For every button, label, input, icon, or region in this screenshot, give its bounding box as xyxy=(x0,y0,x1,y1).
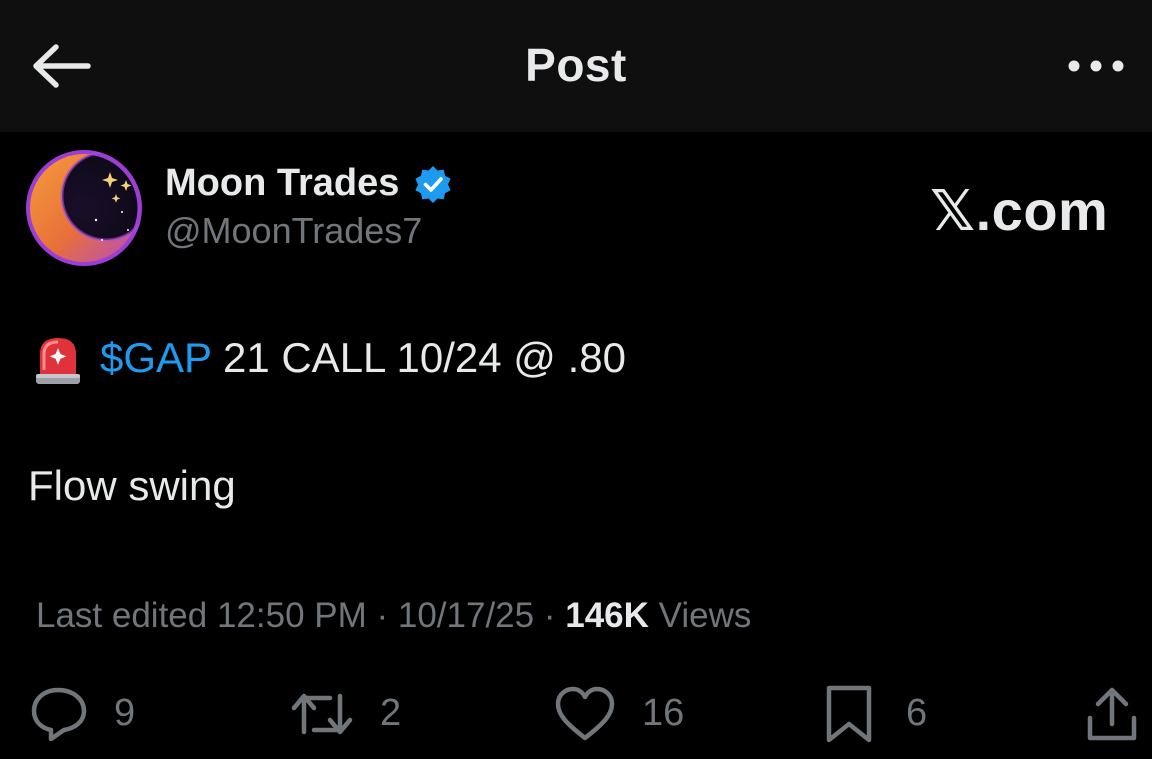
top-bar: Post xyxy=(0,0,1152,132)
rotating-light-icon xyxy=(36,338,80,384)
reply-button[interactable]: 9 xyxy=(28,684,148,744)
views-label: Views xyxy=(648,596,752,635)
like-button[interactable]: 16 xyxy=(554,684,694,744)
share-icon xyxy=(1087,687,1137,741)
cashtag-link[interactable]: $GAP xyxy=(100,334,211,381)
author-display-name[interactable]: Moon Trades xyxy=(165,162,399,205)
edited-timestamp[interactable]: Last edited 12:50 PM · 10/17/25 · xyxy=(36,596,565,635)
reply-count: 9 xyxy=(114,692,136,734)
like-count: 16 xyxy=(642,692,685,734)
page-title: Post xyxy=(525,39,627,91)
repost-count: 2 xyxy=(380,692,402,734)
repost-icon xyxy=(291,693,353,735)
post-meta: Last edited 12:50 PM · 10/17/25 · 146K V… xyxy=(36,596,751,636)
repost-button[interactable]: 2 xyxy=(290,684,410,744)
views-count: 146K xyxy=(565,596,649,635)
share-button[interactable] xyxy=(1084,684,1140,744)
reply-icon xyxy=(31,687,87,742)
more-options-button[interactable] xyxy=(1064,52,1128,80)
post-text-line2: Flow swing xyxy=(28,462,236,509)
avatar[interactable] xyxy=(26,150,142,266)
crescent-moon-avatar-icon xyxy=(26,150,142,266)
author-handle[interactable]: @MoonTrades7 xyxy=(165,210,422,252)
watermark-text: 𝕏.com xyxy=(930,179,1109,242)
more-horizontal-icon xyxy=(1068,60,1124,72)
verified-badge-icon xyxy=(415,166,451,203)
post-text-line1-rest: 21 CALL 10/24 @ .80 xyxy=(211,334,626,381)
heart-icon xyxy=(555,686,615,741)
bookmark-count: 6 xyxy=(906,692,928,734)
post-text-line1: $GAP 21 CALL 10/24 @ .80 xyxy=(100,334,626,382)
bookmark-icon xyxy=(826,685,872,743)
bookmark-button[interactable]: 6 xyxy=(824,684,944,744)
